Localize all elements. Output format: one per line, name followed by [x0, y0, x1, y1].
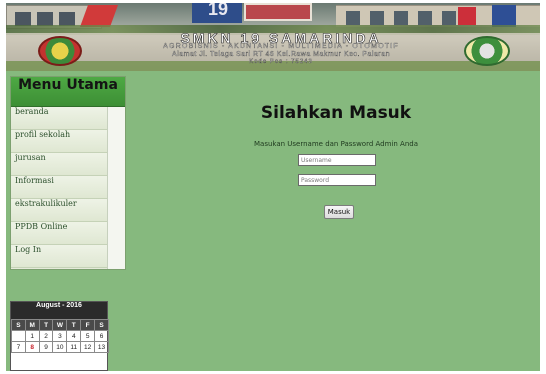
calendar-weekday: S [94, 319, 109, 331]
sidebar-item-profil-sekolah[interactable]: profil sekolah [11, 130, 107, 153]
username-input[interactable] [298, 154, 376, 166]
calendar-week-row: 7 8 9 10 11 12 13 [11, 341, 109, 353]
calendar-weekday: W [52, 319, 68, 331]
sidebar-item-informasi[interactable]: Informasi [11, 176, 107, 199]
calendar-day [11, 330, 26, 342]
calendar-day[interactable]: 4 [66, 330, 82, 342]
calendar-day[interactable]: 1 [24, 330, 40, 342]
calendar-widget: August - 2016 S M T W T F S 1 2 3 4 5 6 [10, 301, 109, 371]
banner-sign-block: 19 [192, 3, 242, 23]
calendar-day[interactable]: 3 [52, 330, 68, 342]
calendar-weekday: M [24, 319, 40, 331]
calendar-day[interactable]: 11 [66, 341, 82, 353]
login-submit-button[interactable]: Masuk [324, 205, 354, 219]
calendar-day[interactable]: 9 [38, 341, 54, 353]
sidebar-item-log-in[interactable]: Log In [11, 245, 107, 268]
calendar-day[interactable]: 10 [52, 341, 68, 353]
calendar-day[interactable]: 12 [80, 341, 96, 353]
school-majors: AGROBISNIS - AKUNTANSI - MULTIMEDIA - OT… [163, 43, 399, 50]
calendar-weekday: S [11, 319, 26, 331]
banner-red-sign [244, 3, 312, 21]
password-input[interactable] [298, 174, 376, 186]
school-postal-code: Kode Pos : 75243 [249, 59, 313, 65]
calendar-day-today[interactable]: 8 [24, 341, 40, 353]
calendar-week-row: 1 2 3 4 5 6 [11, 330, 109, 342]
school-address: Alamat Jl. Telaga Sari RT 46 Kel.Rawa Ma… [172, 51, 390, 58]
banner-blue-block [492, 5, 516, 27]
calendar-weekday: T [38, 319, 54, 331]
login-title: Silahkan Masuk [260, 103, 412, 123]
calendar-day[interactable]: 13 [94, 341, 109, 353]
sidebar-item-ppdb-online[interactable]: PPDB Online [11, 222, 107, 245]
calendar-day[interactable]: 2 [38, 330, 54, 342]
banner-flag-icon [79, 5, 119, 27]
calendar-day[interactable]: 5 [80, 330, 96, 342]
login-subtitle: Masukan Username dan Password Admin Anda [253, 140, 418, 148]
sidebar-item-beranda[interactable]: beranda [11, 107, 107, 130]
sidebar-item-ekstrakulikuler[interactable]: ekstrakulikuler [11, 199, 107, 222]
calendar-grid: S M T W T F S 1 2 3 4 5 6 7 8 9 10 11 12… [11, 319, 109, 353]
menu-scrollbar[interactable] [107, 107, 125, 269]
calendar-weekday: F [80, 319, 96, 331]
page-frame: 19 SMKN 19 SAMARINDA AGROBISNIS - AKUNTA… [6, 3, 540, 371]
school-logo-left-icon [38, 36, 82, 66]
calendar-weekday: T [66, 319, 82, 331]
sidebar-menu: Menu Utama beranda profil sekolah jurusa… [10, 76, 126, 270]
calendar-day[interactable]: 6 [94, 330, 109, 342]
calendar-weekday-row: S M T W T F S [11, 319, 109, 331]
banner-flag-right-icon [458, 7, 476, 25]
menu-title: Menu Utama [11, 77, 125, 107]
calendar-day[interactable]: 7 [11, 341, 26, 353]
sidebar-item-jurusan[interactable]: jurusan [11, 153, 107, 176]
header-banner: 19 SMKN 19 SAMARINDA AGROBISNIS - AKUNTA… [6, 3, 540, 71]
school-logo-right-icon [464, 36, 510, 66]
calendar-month: August - 2016 [11, 302, 107, 319]
